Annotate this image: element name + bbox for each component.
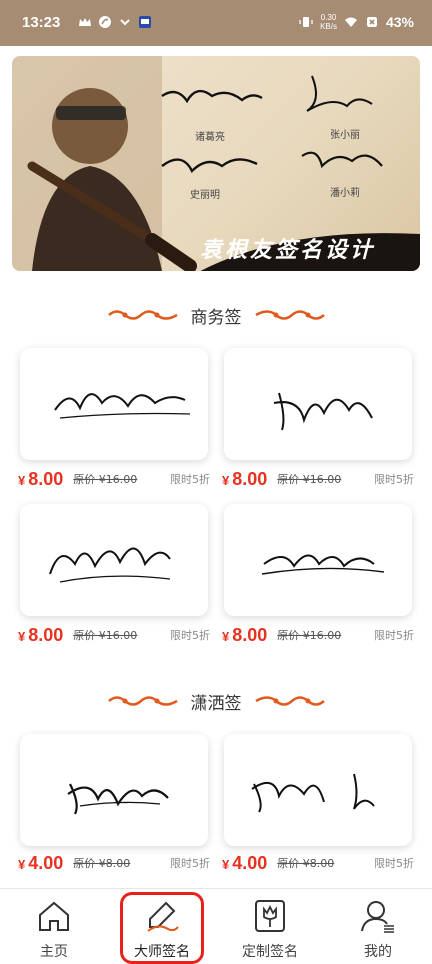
- price-row: ¥8.00 原价 ¥16.00 限时5折: [18, 623, 218, 647]
- signature-card[interactable]: [20, 734, 208, 846]
- currency-symbol: ¥: [222, 472, 230, 488]
- signature-card[interactable]: [224, 504, 412, 616]
- price-value: 8.00: [232, 624, 268, 645]
- ornament-left-icon: [107, 696, 178, 706]
- app-badge-icon: [139, 16, 151, 28]
- price-value: 8.00: [232, 468, 268, 489]
- currency-symbol: ¥: [18, 628, 26, 644]
- original-price: 原价 ¥16.00: [73, 629, 138, 642]
- signature-card[interactable]: [20, 504, 208, 616]
- banner-caption-4: 潘小莉: [330, 188, 360, 199]
- tab-label: 定制签名: [242, 944, 298, 960]
- net-speed: 0.30 KB/s: [320, 13, 337, 31]
- home-icon: [39, 901, 69, 931]
- section-title: 潇洒签: [190, 693, 242, 714]
- ornament-left-icon: [107, 310, 178, 320]
- discount-label: 限时5折: [170, 857, 210, 870]
- status-right: 0.30 KB/s 43%: [299, 13, 414, 31]
- discount-label: 限时5折: [170, 473, 210, 486]
- tab-label: 主页: [40, 944, 68, 960]
- signature-card[interactable]: [224, 348, 412, 460]
- price: ¥8.00: [222, 469, 267, 490]
- signature-sample: [251, 773, 375, 813]
- status-time: 13:23: [22, 14, 61, 31]
- tab-custom-signature[interactable]: 定制签名: [216, 889, 324, 964]
- active-tab-highlight: [120, 892, 204, 964]
- chevron-down-icon: [120, 19, 130, 26]
- section-header-business: 商务签: [0, 300, 432, 330]
- price-value: 4.00: [232, 852, 268, 873]
- battery-level: 43%: [385, 14, 414, 30]
- currency-symbol: ¥: [222, 856, 230, 872]
- user-icon: [361, 901, 394, 933]
- signature-sample: [261, 554, 385, 575]
- signature-card[interactable]: [224, 734, 412, 846]
- price-value: 8.00: [28, 624, 64, 645]
- no-signal-icon: [366, 17, 377, 27]
- discount-label: 限时5折: [374, 857, 414, 870]
- signature-sample: [54, 393, 191, 419]
- original-price: 原价 ¥8.00: [73, 857, 131, 870]
- net-speed-unit: KB/s: [320, 22, 337, 31]
- vibrate-icon: [299, 17, 313, 27]
- price-row: ¥8.00 原价 ¥16.00 限时5折: [222, 623, 422, 647]
- price: ¥8.00: [18, 625, 63, 646]
- banner-caption-1: 诸葛亮: [195, 132, 225, 143]
- status-bar: 13:23 0.30 KB/s 43%: [0, 0, 432, 46]
- bottom-tab-bar: 主页 大师签名 定制签名 我的: [0, 888, 432, 964]
- signature-sample: [273, 392, 373, 431]
- notification-icons: [78, 15, 152, 29]
- price: ¥8.00: [18, 469, 63, 490]
- crown-icon: [79, 18, 91, 26]
- original-price: 原价 ¥8.00: [277, 857, 335, 870]
- price: ¥8.00: [222, 625, 267, 646]
- original-price: 原价 ¥16.00: [73, 473, 138, 486]
- app-notification-icon: [99, 16, 111, 28]
- wifi-icon: [344, 17, 357, 27]
- signature-sample: [67, 783, 169, 815]
- tab-home[interactable]: 主页: [0, 889, 108, 964]
- price-row: ¥4.00 原价 ¥8.00 限时5折: [18, 851, 218, 875]
- section-title: 商务签: [190, 307, 242, 328]
- banner-slogan: 袁根友签名设计: [200, 237, 376, 263]
- signature-card[interactable]: [20, 348, 208, 460]
- discount-label: 限时5折: [170, 629, 210, 642]
- price: ¥4.00: [18, 853, 63, 874]
- price-row: ¥8.00 原价 ¥16.00 限时5折: [222, 467, 422, 491]
- price-value: 8.00: [28, 468, 64, 489]
- banner-caption-3: 史丽明: [190, 190, 220, 201]
- signature-sample: [49, 547, 171, 583]
- currency-symbol: ¥: [222, 628, 230, 644]
- original-price: 原价 ¥16.00: [277, 629, 342, 642]
- banner-caption-2: 张小丽: [330, 130, 360, 141]
- price-row: ¥4.00 原价 ¥8.00 限时5折: [222, 851, 422, 875]
- currency-symbol: ¥: [18, 856, 26, 872]
- price: ¥4.00: [222, 853, 267, 874]
- price-value: 4.00: [28, 852, 64, 873]
- ornament-right-icon: [254, 696, 325, 706]
- currency-symbol: ¥: [18, 472, 26, 488]
- discount-label: 限时5折: [374, 473, 414, 486]
- price-row: ¥8.00 原价 ¥16.00 限时5折: [18, 467, 218, 491]
- net-speed-value: 0.30: [320, 13, 337, 22]
- tulip-icon: [255, 900, 285, 932]
- original-price: 原价 ¥16.00: [277, 473, 342, 486]
- tab-mine[interactable]: 我的: [324, 889, 432, 964]
- discount-label: 限时5折: [374, 629, 414, 642]
- tab-label: 我的: [364, 944, 392, 960]
- ornament-right-icon: [254, 310, 325, 320]
- section-header-casual: 潇洒签: [0, 686, 432, 716]
